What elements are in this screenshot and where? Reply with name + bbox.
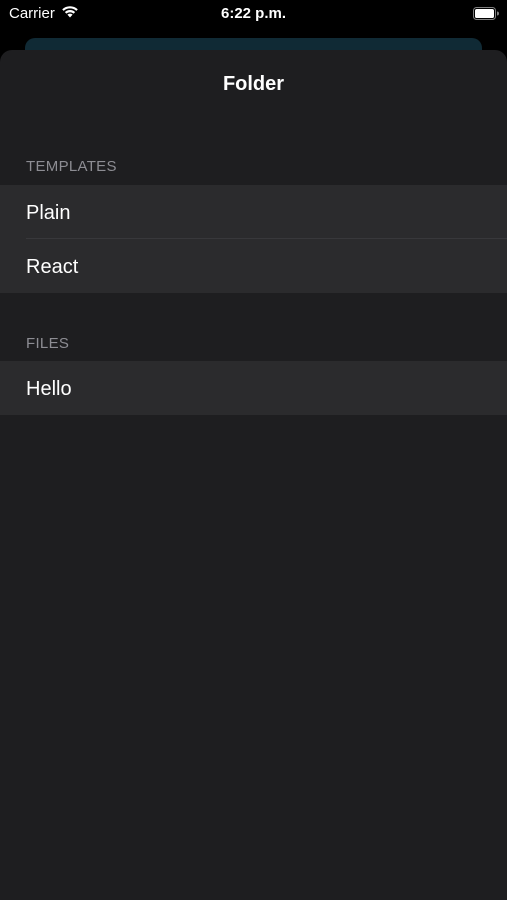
- templates-list: Plain React: [0, 185, 507, 293]
- section-header-files: FILES: [26, 335, 70, 352]
- list-item-label: React: [26, 256, 79, 278]
- sheet-title: Folder: [222, 73, 285, 95]
- list-item-plain[interactable]: Plain: [0, 185, 507, 239]
- section-header-templates: TEMPLATES: [26, 158, 117, 175]
- list-item-label: Plain: [26, 202, 71, 224]
- list-item-hello[interactable]: Hello: [0, 361, 507, 415]
- list-item-label: Hello: [26, 378, 72, 400]
- list-item-react[interactable]: React: [0, 239, 507, 293]
- app-screen: Carrier 6:22 p.m. Folder TEMPLATES Plain…: [0, 0, 507, 900]
- files-list: Hello: [0, 361, 507, 415]
- status-bar: Carrier 6:22 p.m.: [0, 0, 507, 30]
- battery-icon: [473, 7, 499, 20]
- folder-sheet: Folder TEMPLATES Plain React FILES Hello: [0, 50, 507, 900]
- status-time: 6:22 p.m.: [220, 5, 287, 22]
